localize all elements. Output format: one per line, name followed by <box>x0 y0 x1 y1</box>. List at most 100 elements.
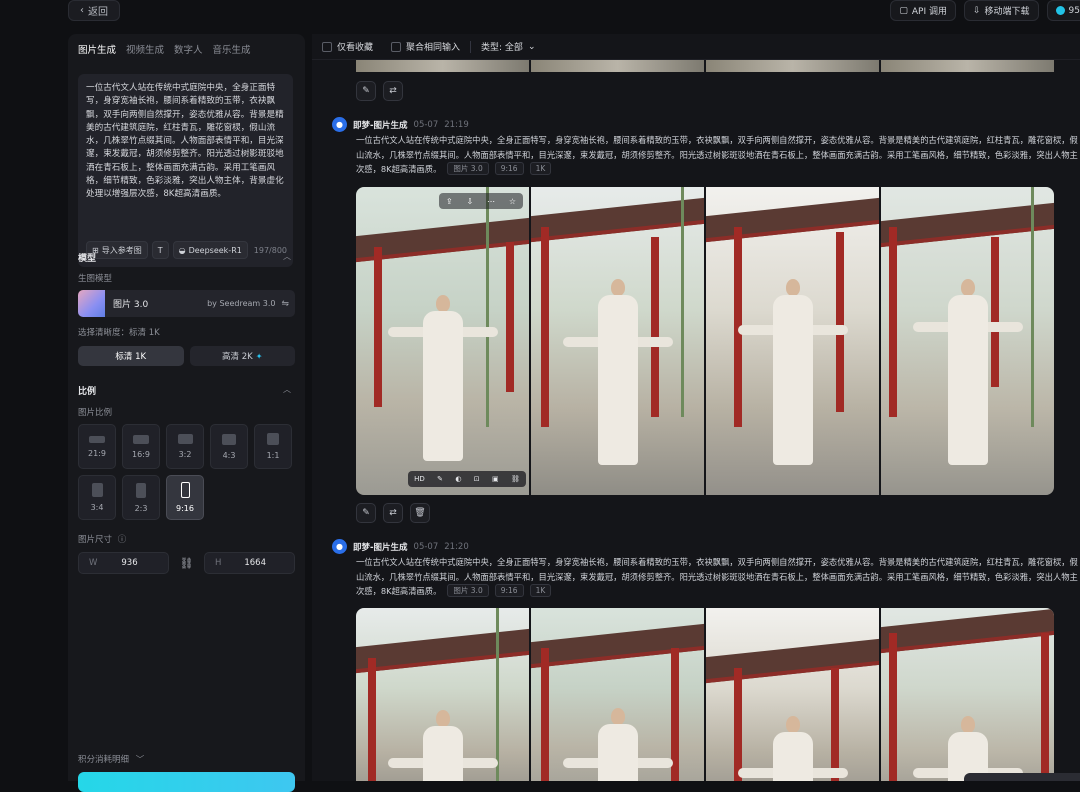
previous-entry-actions: ✎ ⇄ <box>356 81 403 101</box>
chevron-down-icon: ﹀ <box>135 755 145 765</box>
model-thumbnail <box>78 290 105 317</box>
prompt-input[interactable]: 一位古代文人站在传统中式庭院中央，全身正面特写，身穿宽袖长袍，腰间系着精致的玉带… <box>78 74 293 267</box>
main-feed-area: 仅看收藏 聚合相同输入 类型: 全部 ⌄ ✎ ⇄ ● 即梦-图片生成 05-07 <box>312 34 1080 781</box>
link-icon[interactable]: ⛓ <box>511 475 520 483</box>
ratio-16-9-button[interactable]: 16:9 <box>122 424 160 469</box>
more-icon[interactable]: ⋯ <box>487 197 495 206</box>
credits-badge[interactable]: 95 <box>1046 0 1080 21</box>
ratio-9-16-button[interactable]: 9:16 <box>166 475 204 520</box>
resolution-2k-label: 高清 2K <box>222 352 253 362</box>
api-button[interactable]: ▢ API 调用 <box>890 0 956 21</box>
height-prefix: H <box>215 558 222 568</box>
entry-title: 即梦-图片生成 <box>353 542 408 553</box>
settings-sliders-icon[interactable]: ⇋ <box>281 299 289 309</box>
deepseek-button[interactable]: ◒ Deepseek-R1 <box>172 241 248 259</box>
prompt-text[interactable]: 一位古代文人站在传统中式庭院中央，全身正面特写，身穿宽袖长袍，腰间系着精致的玉带… <box>86 82 285 202</box>
width-value[interactable]: 936 <box>119 558 158 568</box>
merge-checkbox[interactable] <box>391 41 402 52</box>
image-gallery: ⇪ ⇩ ⋯ ☆ HD ✎ ◐ ⊡ ▣ ⛓ <box>356 187 1054 495</box>
resolution-1k-button[interactable]: 标清 1K <box>78 346 184 366</box>
mobile-download-button[interactable]: ⇩ 移动端下载 <box>963 0 1039 21</box>
crop-icon[interactable]: ▣ <box>492 475 499 483</box>
ratio-label: 21:9 <box>88 448 106 458</box>
model-tag: 图片 3.0 <box>447 162 489 175</box>
erase-icon[interactable]: ◐ <box>455 475 461 483</box>
entry-meta: 次感，8K超高清画质。 图片 3.0 9:16 1K <box>356 162 552 175</box>
ratio-label: 3:2 <box>178 450 192 459</box>
ratio-shape-icon <box>136 482 146 498</box>
download-icon: ⇩ <box>972 5 981 16</box>
edit-icon[interactable]: ✎ <box>356 503 376 523</box>
cost-details-toggle[interactable]: 积分消耗明细 ﹀ <box>78 753 144 765</box>
generated-image[interactable] <box>706 187 879 495</box>
credit-icon <box>1055 6 1065 15</box>
type-label: 类型: 全部 <box>481 43 523 53</box>
ratio-label: 4:3 <box>222 450 236 460</box>
favorites-filter[interactable]: 仅看收藏 <box>322 40 373 53</box>
generated-image[interactable] <box>881 608 1054 781</box>
favorites-checkbox[interactable] <box>322 41 332 52</box>
info-icon[interactable]: ⓘ <box>118 535 127 545</box>
tab-digital-human[interactable]: 数字人 <box>174 42 203 56</box>
entry-time: 21:19 <box>444 119 469 130</box>
generated-image[interactable] <box>706 608 879 781</box>
hd-upscale-icon[interactable]: HD <box>414 475 425 483</box>
model-selector[interactable]: 图片 3.0 by Seedream 3.0 ⇋ <box>78 290 295 317</box>
entry-header: ● 即梦-图片生成 05-07 21:20 <box>332 539 469 554</box>
width-field[interactable]: W 936 <box>78 552 169 574</box>
generated-image[interactable]: ⇪ ⇩ ⋯ ☆ HD ✎ ◐ ⊡ ▣ ⛓ <box>356 187 529 495</box>
regenerate-icon[interactable]: ⇄ <box>383 81 403 101</box>
text-format-button[interactable]: T <box>151 241 169 259</box>
back-button[interactable]: ‹ 返回 <box>68 0 120 21</box>
resolution-1k-label: 标清 1K <box>115 352 147 362</box>
resolution-2k-button[interactable]: 高清 2K ✦ <box>189 346 295 366</box>
magic-edit-icon[interactable]: ✎ <box>437 475 443 483</box>
model-section-title: 模型 <box>78 254 97 264</box>
chevron-up-icon[interactable]: ︿ <box>283 384 291 395</box>
regenerate-icon[interactable]: ⇄ <box>383 503 403 523</box>
edit-icon[interactable]: ✎ <box>356 81 376 101</box>
resolution-tag: 1K <box>529 584 552 597</box>
notification-toast[interactable] <box>964 773 1080 781</box>
generated-image[interactable] <box>531 187 704 495</box>
height-value[interactable]: 1664 <box>244 558 284 568</box>
ratio-2-3-button[interactable]: 2:3 <box>122 475 160 520</box>
expand-icon[interactable]: ⊡ <box>474 475 480 483</box>
star-icon[interactable]: ☆ <box>509 197 516 206</box>
merge-filter[interactable]: 聚合相同输入 <box>391 40 460 53</box>
previous-image[interactable] <box>531 60 704 72</box>
ratio-shape-icon <box>91 483 103 497</box>
ratio-shape-icon <box>222 433 236 445</box>
entry-header: ● 即梦-图片生成 05-07 21:19 <box>332 117 469 132</box>
filter-bar: 仅看收藏 聚合相同输入 类型: 全部 ⌄ <box>312 34 1080 60</box>
previous-image[interactable] <box>356 60 529 72</box>
ratio-1-1-button[interactable]: 1:1 <box>254 424 292 469</box>
ratio-21-9-button[interactable]: 21:9 <box>78 424 116 469</box>
generation-tabs: 图片生成 视频生成 数字人 音乐生成 <box>68 34 305 56</box>
ratio-shape-icon <box>177 434 193 444</box>
ratio-3-2-button[interactable]: 3:2 <box>166 424 204 469</box>
generated-image[interactable] <box>881 187 1054 495</box>
generate-button[interactable] <box>78 772 295 792</box>
entry-time: 21:20 <box>444 541 469 552</box>
entry-date: 05-07 <box>413 119 439 130</box>
tab-music-generation[interactable]: 音乐生成 <box>213 42 251 56</box>
link-icon[interactable]: ⛓ <box>169 557 204 570</box>
ratio-4-3-button[interactable]: 4:3 <box>210 424 248 469</box>
delete-icon[interactable]: 🗑 <box>410 503 430 523</box>
generated-image[interactable] <box>531 608 704 781</box>
generated-image[interactable] <box>356 608 529 781</box>
ratio-3-4-button[interactable]: 3:4 <box>78 475 116 520</box>
import-reference-label: 导入参考图 <box>101 245 142 255</box>
chevron-up-icon[interactable]: ︿ <box>283 251 291 262</box>
download-icon[interactable]: ⇩ <box>466 197 473 206</box>
ratio-shape-icon <box>89 435 105 443</box>
share-icon[interactable]: ⇪ <box>446 197 453 206</box>
type-dropdown[interactable]: 类型: 全部 ⌄ <box>481 40 535 54</box>
previous-image[interactable] <box>706 60 879 72</box>
previous-image[interactable] <box>881 60 1054 72</box>
height-field[interactable]: H 1664 <box>204 552 295 574</box>
sidebar: 图片生成 视频生成 数字人 音乐生成 一位古代文人站在传统中式庭院中央，全身正面… <box>68 34 305 792</box>
tab-video-generation[interactable]: 视频生成 <box>126 42 164 56</box>
tab-image-generation[interactable]: 图片生成 <box>78 42 116 56</box>
